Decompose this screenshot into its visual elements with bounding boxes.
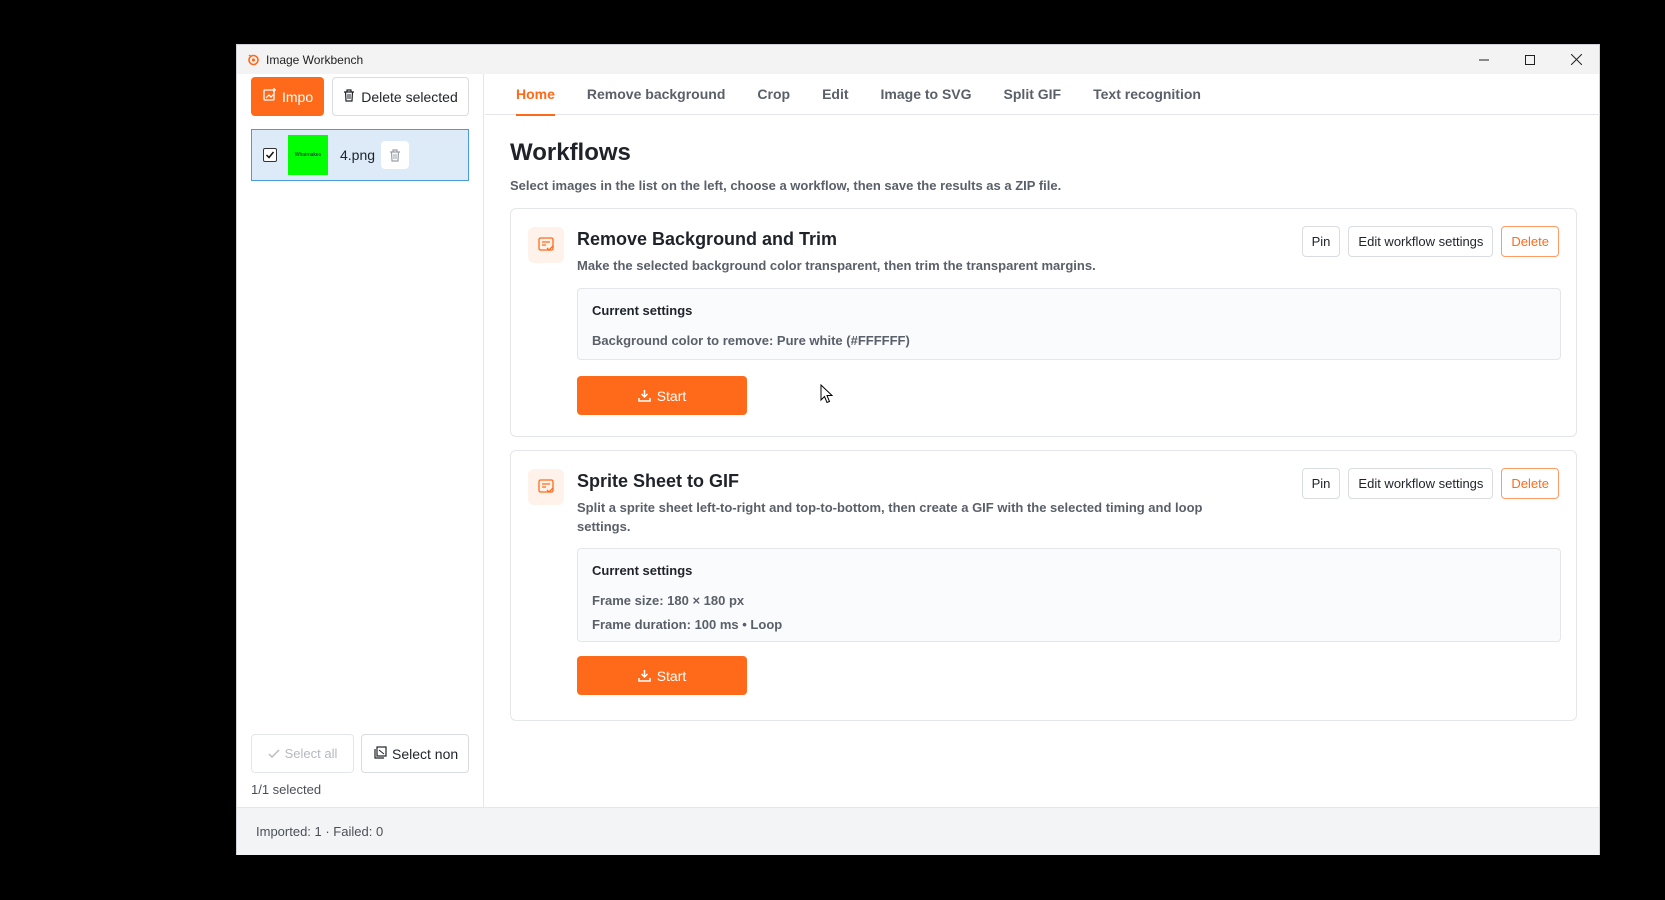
- edit-workflow-settings-button[interactable]: Edit workflow settings: [1348, 468, 1494, 499]
- workflow-title: Sprite Sheet to GIF: [577, 471, 740, 491]
- setting-line: Frame size: 180 × 180 px: [592, 593, 745, 608]
- title-bar: Image Workbench: [237, 45, 1599, 74]
- tab-edit[interactable]: Edit: [806, 74, 864, 115]
- workflow-icon: [528, 469, 564, 505]
- minimize-icon[interactable]: [1461, 45, 1507, 74]
- checkmark-icon: [265, 151, 275, 159]
- file-checkbox[interactable]: [263, 148, 277, 162]
- file-name: 4.png: [340, 147, 376, 163]
- selection-count: 1/1 selected: [251, 782, 322, 797]
- file-delete-button[interactable]: [381, 141, 410, 169]
- workflow-description: Make the selected background color trans…: [577, 258, 1096, 273]
- import-button[interactable]: Impo: [251, 77, 324, 116]
- close-icon[interactable]: [1553, 45, 1599, 74]
- file-list-item[interactable]: Whatmakes 4.png: [251, 129, 469, 181]
- select-all-button[interactable]: Select all: [251, 734, 354, 773]
- current-settings-box: Current settings Frame size: 180 × 180 p…: [577, 548, 1561, 642]
- file-thumbnail-text: Whatmakes: [294, 152, 322, 158]
- pin-button[interactable]: Pin: [1301, 226, 1341, 257]
- download-icon: [637, 390, 651, 402]
- select-all-label: Select all: [284, 746, 338, 761]
- workflow-icon: [528, 227, 564, 263]
- start-label: Start: [656, 667, 687, 684]
- workflow-card: Sprite Sheet to GIF Split a sprite sheet…: [510, 450, 1577, 721]
- status-text: Imported: 1 · Failed: 0: [256, 824, 384, 839]
- tab-crop[interactable]: Crop: [741, 74, 806, 115]
- start-button[interactable]: Start: [577, 376, 747, 415]
- workflow-card: Remove Background and Trim Make the sele…: [510, 208, 1577, 437]
- page-subtitle: Select images in the list on the left, c…: [510, 178, 1062, 193]
- main-panel: Home Remove background Crop Edit Image t…: [485, 74, 1600, 807]
- edit-workflow-settings-button[interactable]: Edit workflow settings: [1348, 226, 1494, 257]
- workflow-description: Split a sprite sheet left-to-right and t…: [577, 500, 1203, 534]
- delete-workflow-button[interactable]: Delete: [1501, 468, 1559, 499]
- download-icon: [637, 670, 651, 682]
- tab-image-to-svg[interactable]: Image to SVG: [865, 74, 988, 115]
- app-icon: [246, 53, 260, 67]
- select-none-icon: [374, 745, 387, 762]
- current-settings-box: Current settings Background color to rem…: [577, 288, 1561, 360]
- status-bar: Imported: 1 · Failed: 0: [237, 807, 1599, 855]
- tab-split-gif[interactable]: Split GIF: [988, 74, 1078, 115]
- delete-selected-label: Delete selected: [361, 88, 458, 105]
- checkmark-icon: [268, 749, 280, 758]
- tab-bar: Home Remove background Crop Edit Image t…: [485, 74, 1600, 116]
- file-thumbnail: Whatmakes: [288, 135, 328, 175]
- import-icon: [263, 88, 282, 105]
- setting-line: Background color to remove: Pure white (…: [592, 333, 910, 348]
- app-window: Image Workbench Impo Delete selected Wha…: [236, 44, 1600, 855]
- trash-icon: [390, 148, 401, 162]
- select-none-label: Select non: [392, 745, 459, 762]
- import-label: Impo: [282, 88, 314, 105]
- trash-icon: [343, 88, 355, 105]
- page-title: Workflows: [510, 139, 631, 166]
- maximize-icon[interactable]: [1507, 45, 1553, 74]
- sidebar: Impo Delete selected Whatmakes 4.png Sel…: [237, 74, 484, 807]
- start-button[interactable]: Start: [577, 656, 747, 695]
- tab-text-recognition[interactable]: Text recognition: [1077, 74, 1217, 115]
- start-label: Start: [656, 387, 687, 404]
- setting-line: Frame duration: 100 ms • Loop: [592, 617, 783, 632]
- window-title: Image Workbench: [266, 52, 364, 67]
- workflow-title: Remove Background and Trim: [577, 229, 838, 249]
- mouse-cursor-icon: [820, 383, 834, 409]
- delete-selected-button[interactable]: Delete selected: [332, 77, 469, 116]
- tab-remove-background[interactable]: Remove background: [571, 74, 741, 115]
- tab-home[interactable]: Home: [500, 74, 571, 116]
- delete-workflow-button[interactable]: Delete: [1501, 226, 1559, 257]
- settings-heading: Current settings: [592, 563, 693, 578]
- select-none-button[interactable]: Select non: [361, 734, 469, 773]
- settings-heading: Current settings: [592, 303, 693, 318]
- pin-button[interactable]: Pin: [1301, 468, 1341, 499]
